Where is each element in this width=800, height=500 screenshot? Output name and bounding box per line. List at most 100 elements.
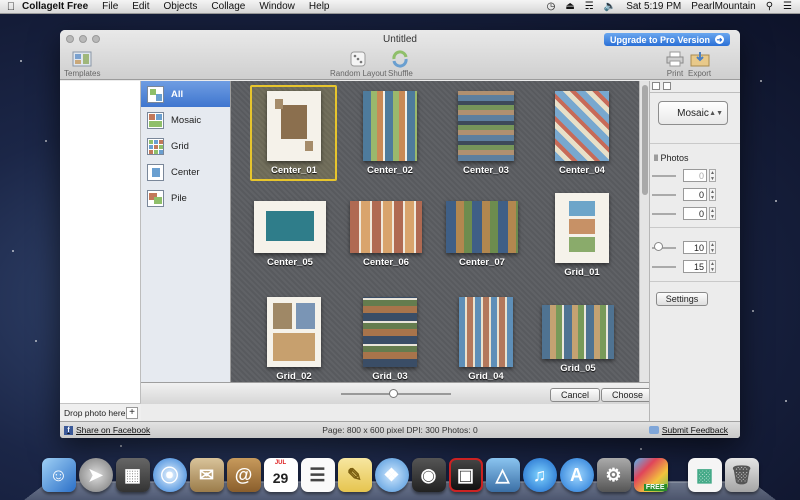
mail-icon[interactable]: ✉ <box>189 458 224 492</box>
page-tab-icon[interactable] <box>663 82 671 90</box>
template-center-01[interactable]: Center_01 <box>249 91 339 176</box>
iphoto-icon[interactable]: △ <box>485 458 520 492</box>
stepper[interactable]: ▲ ▼ <box>709 207 716 220</box>
scrollbar-thumb[interactable] <box>642 85 648 195</box>
slider-knob[interactable] <box>654 242 663 251</box>
status-bar: f Share on Facebook Page: 800 x 600 pixe… <box>60 421 740 438</box>
apple-menu-icon[interactable]:  <box>0 1 22 13</box>
notification-list-icon[interactable]: ☰ <box>783 1 792 12</box>
template-grid-05[interactable]: Grid_05 <box>533 305 623 374</box>
value-field[interactable]: 15 <box>683 260 707 273</box>
slider-track[interactable] <box>652 175 676 177</box>
template-grid-04[interactable]: Grid_04 <box>441 297 531 382</box>
value-field[interactable]: 0 <box>683 207 707 220</box>
thumbnail-size-slider[interactable] <box>341 389 451 398</box>
template-scrollbar[interactable] <box>639 81 649 382</box>
collageit-icon[interactable]: FREE <box>633 458 668 492</box>
template-grid-02[interactable]: Grid_02 <box>249 297 339 382</box>
value-field[interactable]: 10 <box>683 241 707 254</box>
template-grid-03[interactable]: Grid_03 <box>345 297 435 382</box>
templates-button[interactable]: Templates <box>64 50 100 78</box>
mission-control-icon[interactable]: ▦ <box>115 458 150 492</box>
calendar-icon[interactable]: JUL 29 <box>263 458 298 492</box>
pile-icon <box>147 189 164 207</box>
notes-icon[interactable]: ✎ <box>337 458 372 492</box>
slider-track[interactable] <box>652 266 676 268</box>
category-mosaic[interactable]: Mosaic <box>141 107 230 133</box>
finder-icon[interactable]: ☺ <box>41 458 76 492</box>
category-center[interactable]: Center <box>141 159 230 185</box>
random-layout-button[interactable]: Random Layout <box>330 50 386 78</box>
inspector-panel: Mosaic ▲▼ ll Photos 0 ▲ ▼ 0 ▲ ▼ 0 ▲ ▼ 10 ▲ ▼ <box>649 81 740 421</box>
system-preferences-icon[interactable]: ⚙ <box>596 458 631 492</box>
menu-window[interactable]: Window <box>259 1 295 12</box>
category-grid[interactable]: Grid <box>141 133 230 159</box>
stepper[interactable]: ▲ ▼ <box>709 260 716 273</box>
choose-button[interactable]: Choose <box>601 388 655 402</box>
launchpad-icon[interactable]: ➤ <box>78 458 113 492</box>
template-center-04[interactable]: Center_04 <box>537 91 627 176</box>
drop-photo-label: Drop photo here <box>64 407 126 418</box>
menu-user[interactable]: PearlMountain <box>691 1 755 12</box>
layout-select[interactable]: Mosaic ▲▼ <box>658 101 728 125</box>
menu-objects[interactable]: Objects <box>164 1 198 12</box>
safari-icon[interactable]: ⦿ <box>152 458 187 492</box>
layout-tab-icon[interactable] <box>652 82 660 90</box>
submit-feedback-link[interactable]: Submit Feedback <box>648 425 728 435</box>
category-pile[interactable]: Pile <box>141 185 230 211</box>
volume-icon[interactable]: 🔈 <box>604 1 616 12</box>
document-stack-icon[interactable]: ▩ <box>687 458 722 492</box>
template-center-03[interactable]: Center_03 <box>441 91 531 176</box>
spotlight-icon[interactable]: ⚲ <box>766 1 773 12</box>
trash-icon[interactable]: 🗑 <box>724 458 759 492</box>
menu-clock[interactable]: Sat 5:19 PM <box>626 1 681 12</box>
eject-icon[interactable]: ⏏ <box>565 1 574 12</box>
reminders-icon[interactable]: ☰ <box>300 458 335 492</box>
photo-list-pane[interactable]: Drop photo here + <box>60 81 141 421</box>
contacts-icon[interactable]: @ <box>226 458 261 492</box>
upgrade-button[interactable]: Upgrade to Pro Version ➜ <box>603 33 730 46</box>
stepper[interactable]: ▲ ▼ <box>709 188 716 201</box>
shuffle-button[interactable]: Shuffle <box>388 50 413 78</box>
facetime-icon[interactable]: ◉ <box>411 458 446 492</box>
messages-icon[interactable]: ❖ <box>374 458 409 492</box>
photo-booth-icon[interactable]: ▣ <box>448 458 483 492</box>
template-label: Center_06 <box>363 257 409 268</box>
stepper[interactable]: ▲ ▼ <box>709 169 716 182</box>
settings-button[interactable]: Settings <box>656 292 708 306</box>
itunes-icon[interactable]: ♫ <box>522 458 557 492</box>
menu-edit[interactable]: Edit <box>132 1 149 12</box>
time-machine-icon[interactable]: ◷ <box>547 1 556 12</box>
stepper[interactable]: ▲ ▼ <box>709 241 716 254</box>
template-thumbnail <box>254 201 326 253</box>
center-icon <box>147 163 164 181</box>
export-button[interactable]: Export <box>688 50 711 78</box>
collage-window: Untitled Upgrade to Pro Version ➜ Templa… <box>60 30 740 438</box>
add-photo-button[interactable]: + <box>126 406 138 419</box>
drop-photo-area[interactable]: Drop photo here + <box>60 403 141 421</box>
app-store-icon[interactable]: A <box>559 458 594 492</box>
template-label: Grid_01 <box>564 267 600 278</box>
slider-knob[interactable] <box>389 389 398 398</box>
template-center-05[interactable]: Center_05 <box>245 201 335 268</box>
template-grid-01[interactable]: Grid_01 <box>537 193 627 278</box>
category-label: Mosaic <box>171 114 202 126</box>
app-menu[interactable]: CollageIt Free <box>22 1 88 12</box>
slider-track[interactable] <box>652 194 676 196</box>
template-center-02[interactable]: Center_02 <box>345 91 435 176</box>
menu-file[interactable]: File <box>102 1 118 12</box>
template-center-07[interactable]: Center_07 <box>437 201 527 268</box>
print-button[interactable]: Print <box>664 50 686 78</box>
menu-collage[interactable]: Collage <box>211 1 245 12</box>
cancel-button[interactable]: Cancel <box>550 388 601 402</box>
all-templates-icon <box>147 85 164 103</box>
wifi-icon[interactable]: ☴ <box>585 1 594 12</box>
template-label: Center_05 <box>267 257 313 268</box>
category-all[interactable]: All <box>141 81 230 107</box>
value-field[interactable]: 0 <box>683 169 707 182</box>
grid-icon <box>147 137 164 155</box>
template-center-06[interactable]: Center_06 <box>341 201 431 268</box>
slider-track[interactable] <box>652 213 676 215</box>
value-field[interactable]: 0 <box>683 188 707 201</box>
menu-help[interactable]: Help <box>309 1 330 12</box>
